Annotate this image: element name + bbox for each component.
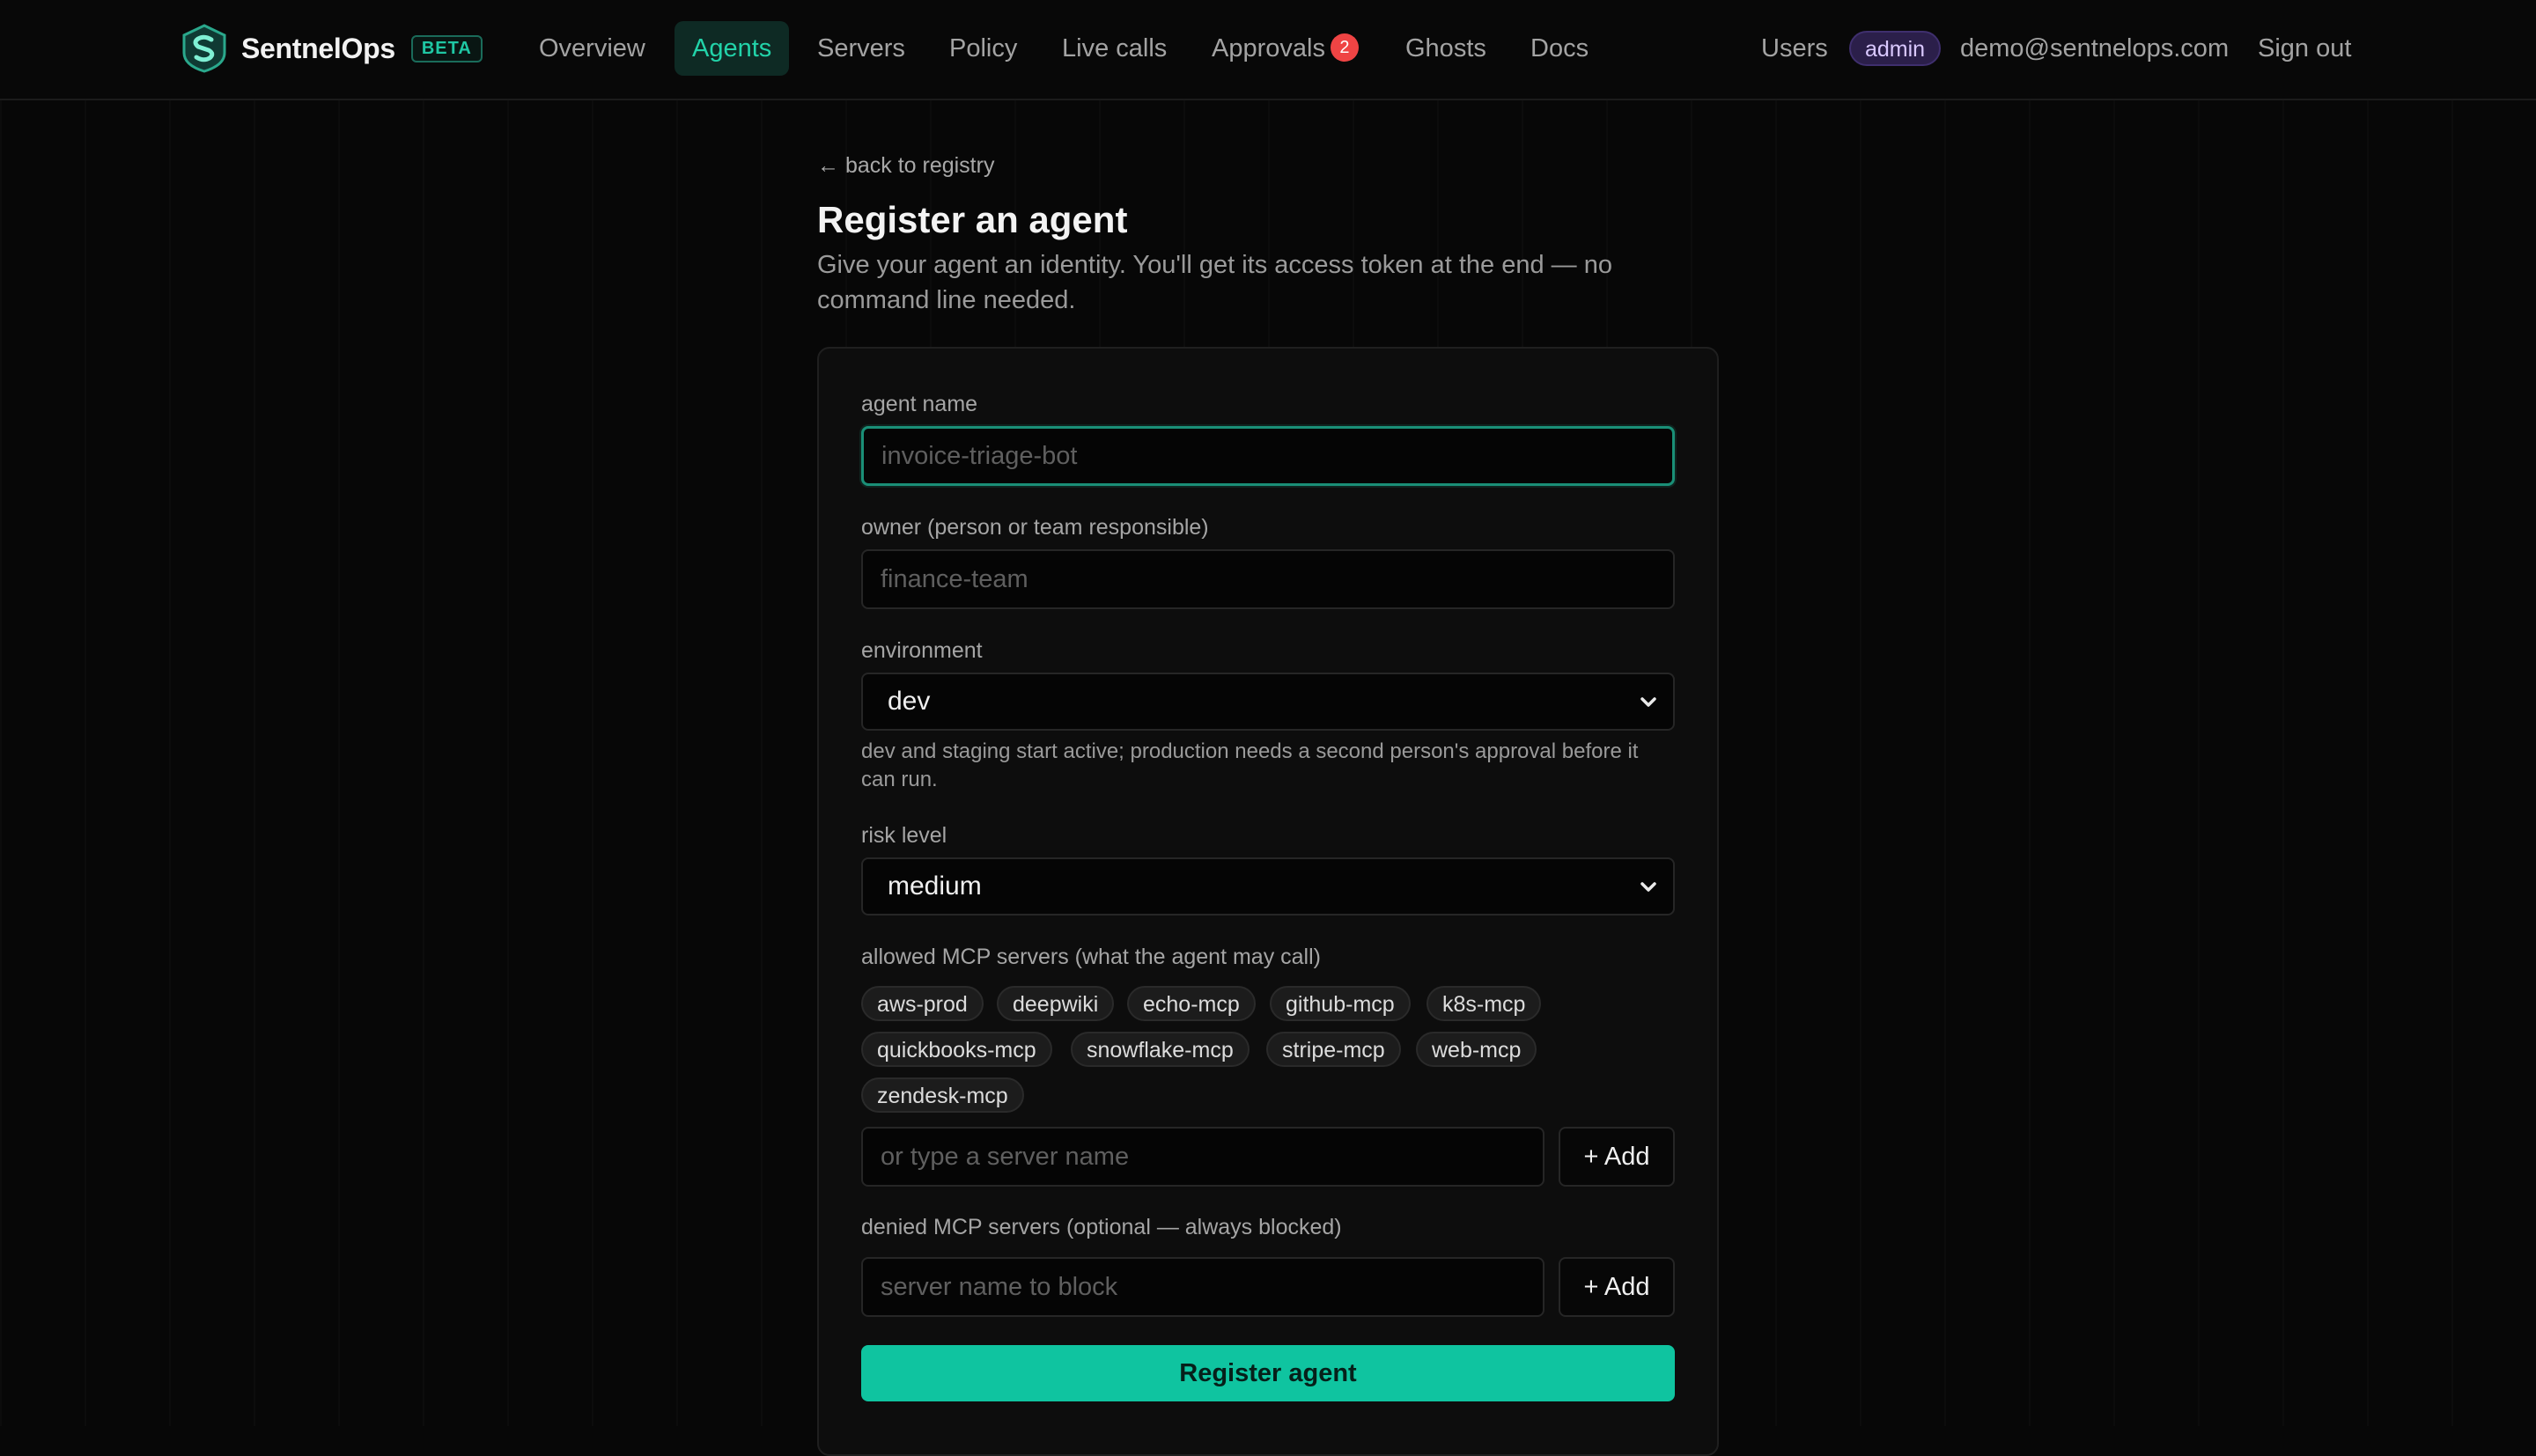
chevron-down-icon [1640, 697, 1656, 707]
nav-live-calls[interactable]: Live calls [1044, 21, 1184, 76]
server-chip-quickbooks-mcp[interactable]: quickbooks-mcp [861, 1032, 1052, 1067]
risk-level-selected-value: medium [888, 871, 982, 901]
nav-docs[interactable]: Docs [1513, 21, 1606, 76]
nav-agents[interactable]: Agents [675, 21, 790, 76]
user-email: demo@sentnelops.com [1960, 34, 2230, 63]
add-denied-server-button[interactable]: + Add [1559, 1257, 1675, 1317]
shield-logo-icon [182, 24, 226, 73]
server-chip-zendesk-mcp[interactable]: zendesk-mcp [861, 1077, 1024, 1113]
denied-server-input[interactable] [861, 1257, 1544, 1317]
server-chip-github-mcp[interactable]: github-mcp [1270, 986, 1411, 1021]
agent-name-label: agent name [861, 392, 978, 416]
nav-approvals[interactable]: Approvals 2 [1194, 21, 1376, 76]
nav-overview[interactable]: Overview [521, 21, 663, 76]
environment-selected-value: dev [888, 687, 931, 716]
nav-ghosts[interactable]: Ghosts [1388, 21, 1504, 76]
register-agent-button[interactable]: Register agent [861, 1345, 1675, 1401]
environment-hint: dev and staging start active; production… [861, 739, 1639, 791]
add-allowed-server-button[interactable]: + Add [1559, 1127, 1675, 1187]
denied-servers-label: denied MCP servers (optional — always bl… [861, 1215, 1342, 1239]
chevron-down-icon [1640, 882, 1656, 892]
agent-name-input[interactable] [861, 426, 1675, 486]
approvals-count-badge: 2 [1330, 33, 1359, 63]
back-to-registry-link[interactable]: ← back to registry [817, 153, 994, 179]
environment-label: environment [861, 638, 983, 663]
server-chip-aws-prod[interactable]: aws-prod [861, 986, 984, 1021]
page-title: Register an agent [817, 199, 1128, 240]
owner-input[interactable] [861, 549, 1675, 609]
allowed-server-input[interactable] [861, 1127, 1544, 1187]
page-subtitle: Give your agent an identity. You'll get … [817, 251, 1612, 314]
risk-level-select[interactable]: medium [861, 857, 1675, 916]
brand-name: SentnelOps [241, 32, 395, 64]
nav-users[interactable]: Users [1744, 21, 1846, 76]
server-chip-echo-mcp[interactable]: echo-mcp [1127, 986, 1256, 1021]
beta-badge: BETA [410, 34, 483, 63]
role-badge: admin [1849, 31, 1942, 66]
sign-out-link[interactable]: Sign out [2240, 21, 2369, 76]
nav-approvals-label: Approvals [1212, 34, 1325, 63]
nav-policy[interactable]: Policy [932, 21, 1035, 76]
server-chip-stripe-mcp[interactable]: stripe-mcp [1266, 1032, 1401, 1067]
server-chip-snowflake-mcp[interactable]: snowflake-mcp [1071, 1032, 1250, 1067]
owner-label: owner (person or team responsible) [861, 515, 1209, 540]
brand[interactable]: SentnelOps BETA [181, 24, 483, 73]
server-chip-web-mcp[interactable]: web-mcp [1416, 1032, 1537, 1067]
risk-level-label: risk level [861, 823, 947, 848]
server-chip-deepwiki[interactable]: deepwiki [997, 986, 1115, 1021]
server-chip-k8s-mcp[interactable]: k8s-mcp [1426, 986, 1542, 1021]
environment-select[interactable]: dev [861, 673, 1675, 731]
allowed-servers-label: allowed MCP servers (what the agent may … [861, 945, 1321, 969]
nav-servers[interactable]: Servers [800, 21, 923, 76]
top-navigation: SentnelOps BETA Overview Agents Servers … [0, 0, 2536, 100]
